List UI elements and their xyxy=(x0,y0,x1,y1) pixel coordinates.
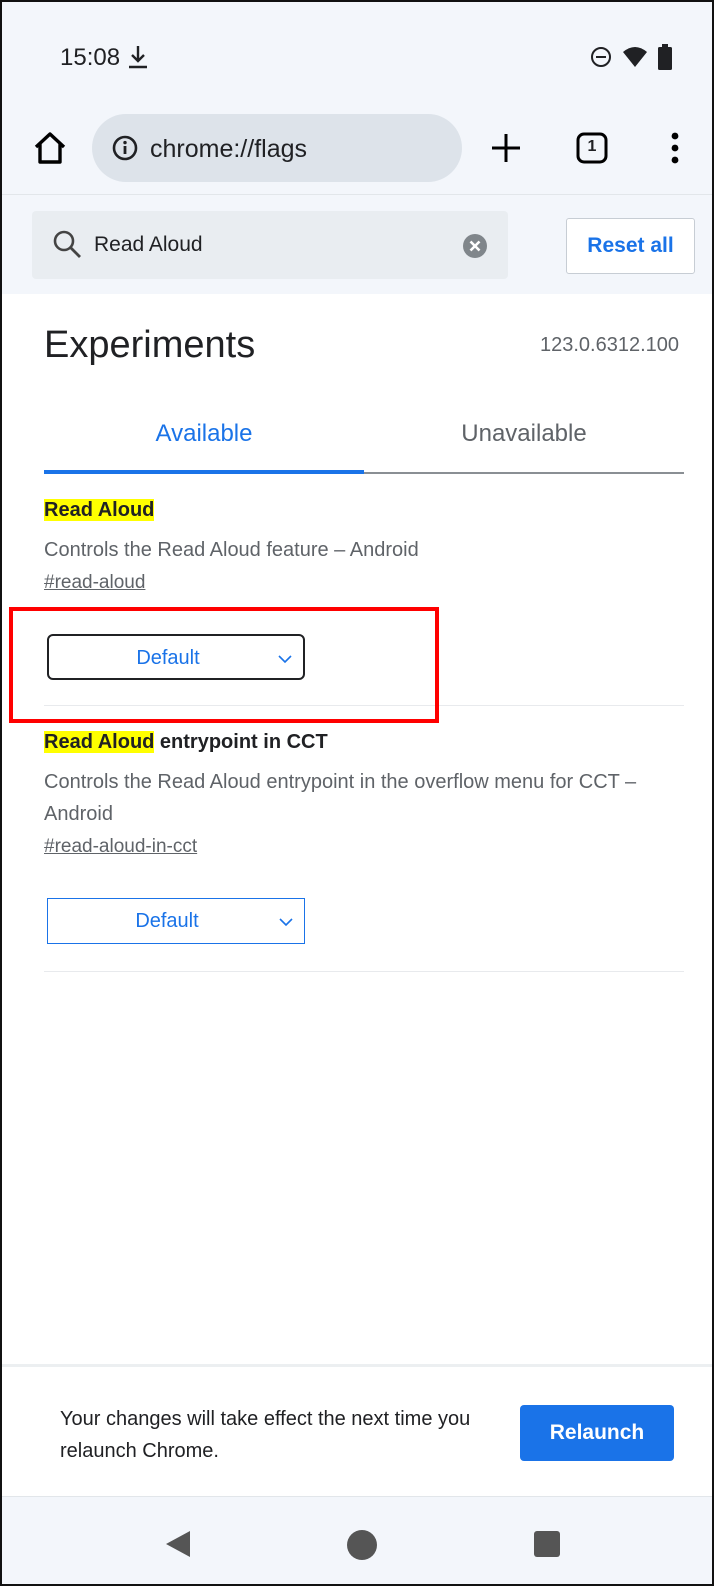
relaunch-message: Your changes will take effect the next t… xyxy=(60,1408,471,1462)
search-icon xyxy=(53,230,81,258)
version-label: 123.0.6312.100 xyxy=(539,334,679,356)
browser-toolbar: chrome://flags 1 xyxy=(2,102,712,194)
page-title: Experiments xyxy=(44,324,256,366)
search-match-highlight: Read Aloud xyxy=(44,731,155,753)
relaunch-bar: Your changes will take effect the next t… xyxy=(2,1364,712,1496)
device-frame: 15:08 chrome://flags 1 Read Aloud Reset … xyxy=(0,0,714,1586)
search-box[interactable] xyxy=(32,211,508,279)
tab-available[interactable]: Available xyxy=(44,420,364,448)
omnibox[interactable]: chrome://flags xyxy=(92,114,462,182)
system-nav-bar xyxy=(2,1496,712,1584)
info-icon[interactable] xyxy=(112,135,138,161)
flag-title-rest: entrypoint in CCT xyxy=(154,731,328,753)
reset-all-button[interactable]: Reset all xyxy=(566,218,695,274)
flag-title: Read Aloud entrypoint in CCT xyxy=(44,728,684,756)
flags-search-row: Reset all xyxy=(2,194,712,294)
clear-icon[interactable] xyxy=(462,233,488,259)
tab-switcher-button[interactable]: 1 xyxy=(576,132,608,164)
new-tab-icon[interactable] xyxy=(490,132,522,164)
url-text[interactable]: chrome://flags xyxy=(150,135,307,164)
tab-unavailable[interactable]: Unavailable xyxy=(364,420,684,448)
download-icon xyxy=(129,46,147,69)
home-icon[interactable] xyxy=(32,130,68,166)
search-input[interactable] xyxy=(94,227,454,263)
status-bar: 15:08 xyxy=(2,2,712,102)
battery-icon xyxy=(658,44,672,70)
active-tab-indicator xyxy=(44,470,364,474)
relaunch-button[interactable]: Relaunch xyxy=(520,1405,674,1461)
select-value: Default xyxy=(135,910,199,932)
flag-link[interactable]: #read-aloud-in-cct xyxy=(44,836,197,858)
flag-link[interactable]: #read-aloud xyxy=(44,572,145,594)
do-not-disturb-icon xyxy=(591,47,611,67)
flag-state-select[interactable]: Default xyxy=(47,898,305,944)
flag-item: Read Aloud entrypoint in CCT Controls th… xyxy=(44,728,684,972)
status-icons xyxy=(590,44,672,70)
more-vert-icon[interactable] xyxy=(665,130,685,166)
flag-description: Controls the Read Aloud feature – Androi… xyxy=(44,539,419,561)
home-circle-icon[interactable] xyxy=(346,1529,378,1561)
tab-count: 1 xyxy=(587,138,597,155)
flag-description: Controls the Read Aloud entrypoint in th… xyxy=(44,771,637,825)
tab-bar: Available Unavailable xyxy=(44,402,684,474)
back-icon[interactable] xyxy=(164,1529,192,1559)
flag-title: Read Aloud xyxy=(44,496,684,524)
search-match-highlight: Read Aloud xyxy=(44,499,155,521)
annotation-highlight-box xyxy=(9,607,439,723)
chevron-down-icon xyxy=(279,918,293,927)
recents-icon[interactable] xyxy=(534,1531,560,1557)
status-time: 15:08 xyxy=(60,44,121,71)
wifi-icon xyxy=(623,47,647,67)
